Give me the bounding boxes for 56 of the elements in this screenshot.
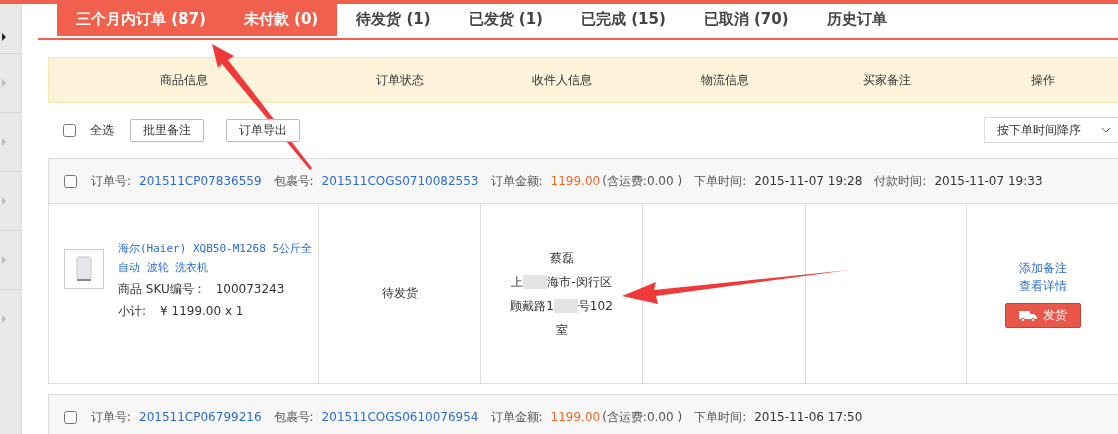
checkbox[interactable] [64, 410, 77, 424]
ship-button[interactable]: 发货 [1005, 303, 1081, 328]
subtotal-label: 小计: [118, 304, 147, 318]
sku-label: 商品 SKU编号 : [118, 282, 202, 296]
action-link[interactable]: 查看详情 [1019, 277, 1067, 295]
field-label: 下单时间: [694, 408, 747, 426]
address-text: 上 [511, 273, 524, 291]
column-header: 商品信息 [159, 71, 209, 89]
caret-icon [1101, 127, 1111, 133]
field-label: 订单金额: [490, 172, 543, 190]
shipping-fee: (含运费:0.00 ) [602, 172, 683, 190]
column-header: 订单状态 [375, 71, 425, 89]
address-text: 号102 [577, 297, 613, 315]
address-text: 海市-闵行区 [547, 273, 612, 291]
column-header: 物流信息 [699, 71, 750, 89]
address-text: 室 [555, 321, 568, 339]
blurred-patch [553, 298, 578, 313]
field-label: 订单号: [91, 172, 132, 190]
sku-number: 100073243 [215, 282, 285, 296]
order-status: 待发货 [381, 285, 418, 302]
product-title-link[interactable]: 海尔(Haier) XQB50-M1268 5公斤全自动 波轮 洗衣机 [118, 239, 318, 277]
checkbox[interactable] [63, 123, 76, 137]
column-header: 买家备注 [861, 71, 912, 89]
field-label: 订单金额: [490, 408, 543, 426]
subtotal-value: ¥ 1199.00 x 1 [160, 304, 244, 318]
order-amount: 1199.00 [550, 174, 601, 188]
truck-icon [1019, 309, 1037, 322]
field-label: 包裹号: [273, 172, 314, 190]
field-label: 付款时间: [874, 172, 927, 190]
parcel-number-link[interactable]: 201511COGS0710082553 [321, 174, 479, 188]
order-number-link[interactable]: 201511CP06799216 [139, 410, 262, 424]
shipping-fee: (含运费:0.00 ) [602, 408, 683, 426]
select-all-label: 全选 [90, 121, 114, 139]
action-link[interactable]: 添加备注 [1019, 259, 1067, 277]
blurred-patch [523, 274, 548, 289]
column-header: 收件人信息 [531, 71, 593, 89]
field-label: 包裹号: [273, 408, 314, 426]
parcel-number-link[interactable]: 201511COGS0610076954 [321, 410, 479, 424]
chevron-icon[interactable] [1, 33, 7, 41]
field-label: 订单号: [91, 408, 132, 426]
order-amount: 1199.00 [550, 410, 601, 424]
tab[interactable]: 三个月内订单 (87) [57, 2, 225, 36]
washing-machine-icon [64, 249, 104, 289]
column-header: 操作 [1030, 71, 1056, 89]
order-time: 2015-11-06 17:50 [754, 410, 863, 424]
address-text: 顾戴路1 [510, 297, 554, 315]
toolbar-button[interactable]: 订单导出 [226, 118, 300, 142]
order-time: 2015-11-07 19:28 [754, 174, 863, 188]
toolbar-button[interactable]: 批里备注 [130, 118, 204, 142]
sort-dropdown[interactable]: 按下单时间降序 [984, 117, 1118, 143]
tab[interactable]: 未付款 (0) [224, 2, 338, 36]
recipient-name: 蔡磊 [549, 249, 574, 267]
checkbox[interactable] [64, 174, 77, 188]
payment-time: 2015-11-07 19:33 [934, 174, 1043, 188]
order-number-link[interactable]: 201511CP07836559 [139, 174, 262, 188]
field-label: 下单时间: [694, 172, 747, 190]
